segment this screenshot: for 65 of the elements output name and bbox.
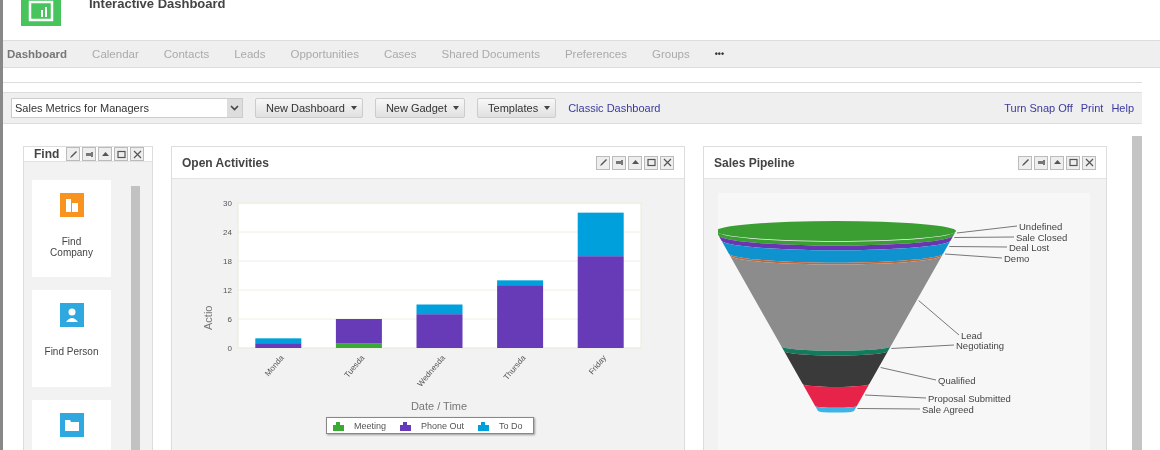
- dropdown-button[interactable]: New Dashboard: [255, 98, 363, 118]
- edit-icon[interactable]: [596, 155, 610, 170]
- find-tile[interactable]: Find Person: [32, 290, 111, 387]
- page-scrollbar[interactable]: [1132, 136, 1142, 450]
- stage-label: Deal Lost: [1009, 241, 1050, 253]
- toolbar-link[interactable]: Turn Snap Off: [1004, 102, 1073, 114]
- y-tick-label: 18: [223, 257, 232, 266]
- stage-label: Sale Agreed: [922, 403, 974, 415]
- y-axis-title: Actio: [202, 305, 214, 330]
- x-axis-title: Date / Time: [410, 400, 468, 412]
- leader-line: [864, 394, 927, 399]
- stage-label: Negotiating: [956, 339, 1005, 351]
- stage-label: Proposal Submitted: [928, 392, 1011, 404]
- leader-line: [956, 225, 1018, 234]
- panel-title: Open Activities: [182, 155, 269, 170]
- pin-icon[interactable]: [612, 155, 626, 170]
- stage-label: Sale Closed: [1016, 231, 1068, 243]
- leader-line: [953, 236, 1015, 238]
- up-icon[interactable]: [628, 155, 642, 170]
- classic-dashboard-link[interactable]: Classic Dashboard: [568, 102, 661, 114]
- leader-line: [948, 246, 1008, 248]
- pin-icon[interactable]: [1034, 155, 1048, 170]
- y-tick-label: 0: [227, 344, 232, 353]
- stage-label: Demo: [1004, 252, 1030, 264]
- up-icon[interactable]: [98, 147, 112, 161]
- dashboard-select[interactable]: Sales Metrics for Managers: [11, 98, 243, 118]
- leader-line: [856, 408, 921, 410]
- toolbar-link[interactable]: Help: [1111, 102, 1134, 114]
- dropdown-button[interactable]: New Gadget: [374, 98, 466, 118]
- panel-title: Sales Pipeline: [714, 155, 795, 170]
- max-icon[interactable]: [1066, 155, 1080, 170]
- nav-tab[interactable]: Dashboard: [7, 48, 68, 60]
- y-tick-label: 30: [223, 199, 232, 208]
- y-tick-label: 24: [223, 228, 232, 237]
- leader-line: [880, 367, 937, 381]
- close-icon[interactable]: [1082, 155, 1096, 170]
- panel-title: Find: [34, 147, 60, 161]
- stage-label: Qualified: [938, 374, 976, 386]
- stage-label: Lead: [961, 329, 983, 341]
- y-tick-label: 6: [227, 315, 232, 324]
- scrollbar[interactable]: [131, 186, 140, 450]
- close-icon[interactable]: [130, 147, 144, 161]
- caret-icon: [544, 106, 551, 110]
- chevron-down-icon: [230, 105, 239, 111]
- leader-line: [944, 253, 1003, 259]
- max-icon[interactable]: [644, 155, 658, 170]
- legend-label: Phone Out: [421, 420, 465, 431]
- caret-icon: [350, 106, 357, 110]
- leader-line: [918, 300, 960, 336]
- pin-icon[interactable]: [82, 147, 96, 161]
- leader-line: [890, 344, 955, 349]
- max-icon[interactable]: [114, 147, 128, 161]
- find-tile[interactable]: Find Company: [32, 180, 111, 277]
- edit-icon[interactable]: [66, 147, 80, 161]
- more-menu[interactable]: •••: [714, 49, 725, 59]
- caret-icon: [453, 106, 460, 110]
- legend-label: To Do: [499, 420, 523, 431]
- edit-icon[interactable]: [1018, 155, 1032, 170]
- stage-label: Undefined: [1019, 220, 1063, 232]
- toolbar-link[interactable]: Print: [1080, 102, 1104, 114]
- legend-label: Meeting: [354, 420, 387, 431]
- dropdown-button[interactable]: Templates: [477, 98, 557, 118]
- close-icon[interactable]: [660, 155, 674, 170]
- y-tick-label: 12: [223, 286, 232, 295]
- up-icon[interactable]: [1050, 155, 1064, 170]
